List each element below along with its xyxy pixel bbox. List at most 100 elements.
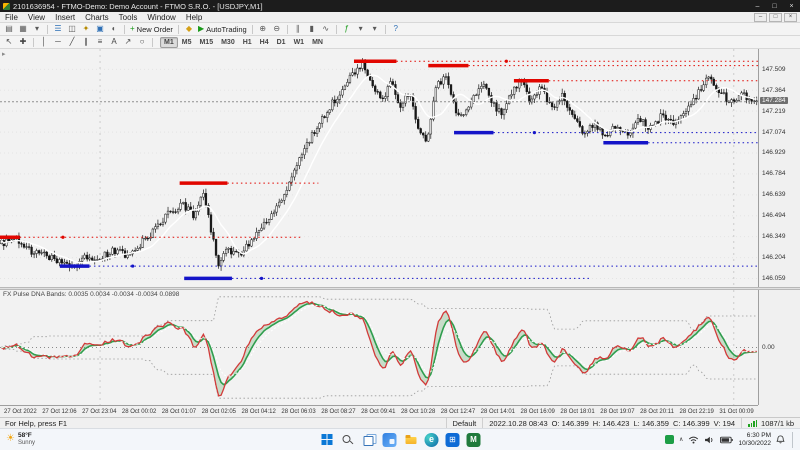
menu-tools[interactable]: Tools [114, 13, 143, 22]
new-order-button[interactable]: +New Order [128, 23, 175, 35]
candlestick-chart[interactable] [0, 49, 758, 287]
windows-taskbar: ☀ 58°F Sunny ∧ [0, 428, 800, 450]
indicator-axis: 0.00 [758, 290, 800, 405]
title-bar: 2101636954 - FTMO-Demo: Demo Account - F… [0, 0, 800, 12]
timeframe-w1[interactable]: W1 [290, 37, 309, 48]
widgets-taskbar-icon[interactable] [383, 433, 397, 447]
notifications-bell-icon[interactable] [776, 435, 785, 444]
indicators-button[interactable]: ƒ [340, 23, 354, 35]
shapes-icon: ○ [140, 38, 145, 46]
volume-icon[interactable] [704, 436, 715, 444]
shield-icon[interactable] [665, 435, 674, 444]
timeframe-m30[interactable]: M30 [217, 37, 239, 48]
timeframe-m1[interactable]: M1 [160, 37, 178, 48]
toolbar-separator [385, 25, 386, 34]
help-button[interactable]: ? [389, 23, 403, 35]
minimize-button[interactable]: – [749, 0, 766, 12]
file-explorer-taskbar-icon[interactable] [404, 433, 418, 447]
timeframe-m5[interactable]: M5 [178, 37, 196, 48]
price-axis[interactable]: 147.509147.364147.219147.074146.929146.7… [758, 49, 800, 287]
data-window-icon: ◫ [68, 25, 76, 33]
metatrader-taskbar-icon[interactable] [467, 433, 481, 447]
price-chart-panel[interactable]: ▸ 147.509147.364147.219147.074146.929146… [0, 49, 800, 287]
hidden-icons-chevron-icon[interactable]: ∧ [679, 436, 683, 443]
profiles-dropdown-button[interactable]: ▾ [30, 23, 44, 35]
maximize-button[interactable]: □ [766, 0, 783, 12]
edge-taskbar-icon[interactable] [425, 433, 439, 447]
line-chart-icon: ∿ [322, 25, 329, 33]
trendline-button[interactable]: ╱ [65, 36, 79, 48]
time-axis-label: 28 Oct 16:09 [521, 409, 555, 415]
toolbox-icon: ▣ [96, 25, 104, 33]
chart-restore-button[interactable]: □ [769, 13, 782, 22]
arrow-objects-button[interactable]: ↗ [121, 36, 135, 48]
timeframe-m15[interactable]: M15 [195, 37, 217, 48]
show-desktop-button[interactable] [792, 432, 794, 448]
crosshair-button[interactable]: ✚ [16, 36, 30, 48]
autotrading-button[interactable]: ▶AutoTrading [196, 23, 249, 35]
strategy-tester-button[interactable]: ◐ [107, 23, 121, 35]
data-window-button[interactable]: ◫ [65, 23, 79, 35]
one-click-trading-toggle[interactable]: ▸ [2, 50, 6, 58]
store-taskbar-icon[interactable] [446, 433, 460, 447]
navigator-button[interactable]: ✦ [79, 23, 93, 35]
task-view-taskbar-icon[interactable] [362, 433, 376, 447]
menu-insert[interactable]: Insert [50, 13, 80, 22]
fibonacci-retracement-button[interactable]: ≡ [93, 36, 107, 48]
new-chart-button[interactable]: ▤ [2, 23, 16, 35]
shapes-button[interactable]: ○ [135, 36, 149, 48]
equidistant-channel-button[interactable]: ∥ [79, 36, 93, 48]
menu-charts[interactable]: Charts [80, 13, 114, 22]
indicator-label: FX Pulse DNA Bands: 0.0035 0.0034 -0.003… [3, 291, 179, 298]
timeframe-d1[interactable]: D1 [273, 37, 290, 48]
time-axis-label: 28 Oct 12:47 [441, 409, 475, 415]
bar-ohlcv-info: 2022.10.28 08:43O: 146.399H: 146.423L: 1… [482, 418, 741, 428]
time-axis-label: 28 Oct 06:03 [281, 409, 315, 415]
timeframe-h1[interactable]: H1 [239, 37, 256, 48]
price-axis-label: 146.639 [762, 191, 786, 198]
zoom-out-button[interactable]: ⊖ [270, 23, 284, 35]
chart-minimize-button[interactable]: – [754, 13, 767, 22]
vertical-line-button[interactable]: │ [37, 36, 51, 48]
indicators-dropdown-button[interactable]: ▾ [354, 23, 368, 35]
menu-view[interactable]: View [23, 13, 50, 22]
equidistant-channel-icon: ∥ [84, 38, 88, 46]
text-label-button[interactable]: A [107, 36, 121, 48]
bar-chart-button[interactable]: ∥ [291, 23, 305, 35]
toolbar-separator [336, 25, 337, 34]
market-watch-button[interactable]: ☰ [51, 23, 65, 35]
time-axis[interactable]: 27 Oct 202227 Oct 12:0627 Oct 23:0428 Oc… [0, 405, 758, 417]
menu-help[interactable]: Help [181, 13, 207, 22]
timeframe-mn[interactable]: MN [308, 37, 327, 48]
menu-window[interactable]: Window [142, 13, 180, 22]
profile-selector[interactable]: Default [446, 418, 483, 428]
timeframes-dropdown-icon: ▾ [373, 25, 377, 33]
timeframes-dropdown-button[interactable]: ▾ [368, 23, 382, 35]
price-axis-label: 146.349 [762, 233, 786, 240]
metatrader-logo-icon [3, 3, 10, 10]
toolbox-button[interactable]: ▣ [93, 23, 107, 35]
profiles-dropdown-icon: ▾ [35, 25, 39, 33]
cursor-button[interactable]: ↖ [2, 36, 16, 48]
clock-date: 10/30/2022 [738, 440, 771, 447]
horizontal-line-button[interactable]: ─ [51, 36, 65, 48]
search-taskbar-icon[interactable] [341, 433, 355, 447]
indicator-panel[interactable]: FX Pulse DNA Bands: 0.0035 0.0034 -0.003… [0, 290, 800, 405]
close-button[interactable]: × [783, 0, 800, 12]
candlestick-chart-button[interactable]: ▮ [305, 23, 319, 35]
battery-icon[interactable] [720, 436, 733, 444]
start-taskbar-icon[interactable] [320, 433, 334, 447]
timeframe-h4[interactable]: H4 [256, 37, 273, 48]
zoom-in-button[interactable]: ⊕ [256, 23, 270, 35]
menu-file[interactable]: File [0, 13, 23, 22]
time-axis-label: 28 Oct 19:07 [600, 409, 634, 415]
wifi-icon[interactable] [688, 436, 699, 444]
taskbar-clock[interactable]: 6:30 PM 10/30/2022 [738, 432, 771, 447]
weather-widget[interactable]: ☀ 58°F Sunny [6, 433, 35, 446]
arrow-objects-icon: ↗ [125, 38, 132, 46]
line-chart-button[interactable]: ∿ [319, 23, 333, 35]
metaeditor-button[interactable]: ◆ [182, 23, 196, 35]
profiles-button[interactable]: ▦ [16, 23, 30, 35]
window-title: 2101636954 - FTMO-Demo: Demo Account - F… [13, 2, 749, 11]
chart-close-button[interactable]: × [784, 13, 797, 22]
